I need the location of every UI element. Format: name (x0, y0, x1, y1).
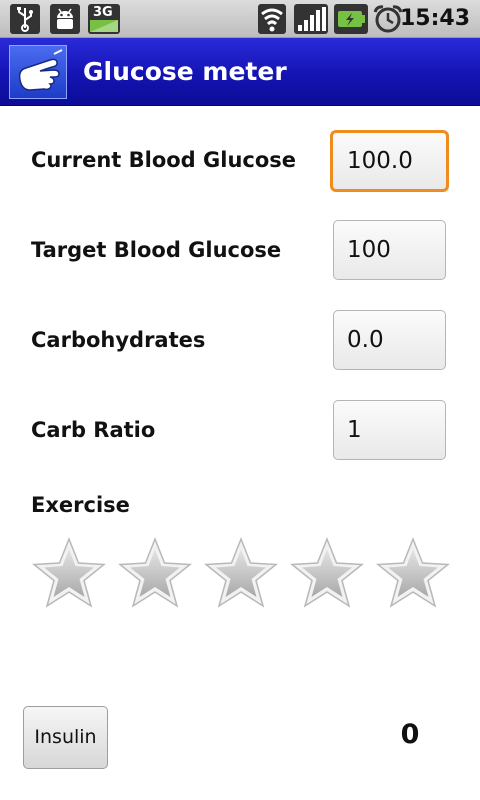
status-bar: 3G 15:43 (0, 0, 480, 38)
pointing-hand-icon (9, 45, 67, 99)
title-bar: Glucose meter (0, 38, 480, 106)
exercise-label: Exercise (31, 493, 130, 517)
carbohydrates-input[interactable]: 0.0 (333, 310, 446, 370)
3g-label: 3G (93, 5, 113, 20)
wifi-icon (258, 4, 286, 34)
star-icon[interactable] (116, 535, 194, 613)
carb-ratio-input[interactable]: 1 (333, 400, 446, 460)
target-glucose-label: Target Blood Glucose (31, 238, 282, 262)
target-glucose-input[interactable]: 100 (333, 220, 446, 280)
app-title: Glucose meter (83, 57, 287, 86)
current-glucose-input[interactable]: 100.0 (330, 130, 449, 192)
battery-charging-icon (334, 4, 368, 34)
star-icon[interactable] (288, 535, 366, 613)
star-icon[interactable] (202, 535, 280, 613)
current-glucose-label: Current Blood Glucose (31, 148, 297, 172)
carbohydrates-label: Carbohydrates (31, 328, 206, 352)
exercise-rating-bar[interactable] (30, 535, 460, 615)
star-icon[interactable] (30, 535, 108, 613)
status-time: 15:43 (399, 6, 470, 31)
android-debug-icon (50, 4, 80, 34)
carb-ratio-label: Carb Ratio (31, 418, 156, 442)
insulin-button[interactable]: Insulin (23, 706, 108, 769)
signal-icon (294, 4, 328, 34)
star-icon[interactable] (374, 535, 452, 613)
insulin-result: 0 (400, 719, 420, 750)
usb-icon (10, 4, 40, 34)
